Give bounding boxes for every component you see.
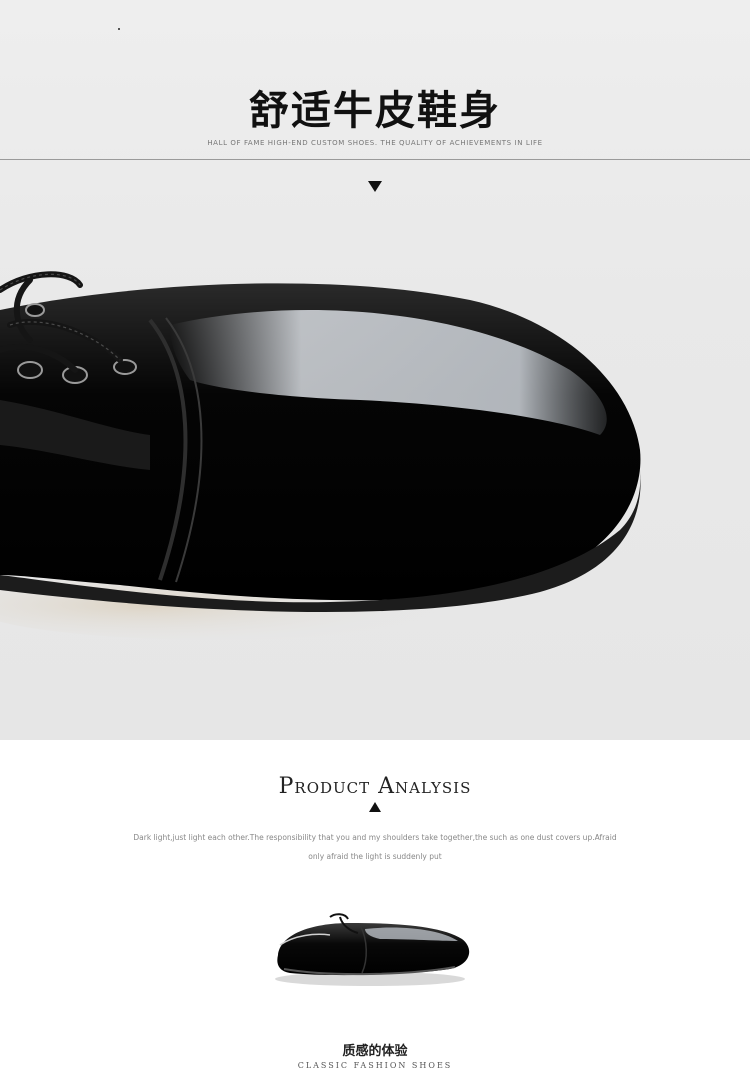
analysis-description: Dark light,just light each other.The res… — [133, 833, 617, 861]
shoe-closeup-image — [0, 271, 641, 640]
divider-line — [0, 159, 750, 160]
hero-panel: 舒适牛皮鞋身 HALL OF FAME HIGH-END CUSTOM SHOE… — [0, 0, 750, 740]
caption-subtitle: CLASSIC FASHION SHOES — [297, 1061, 453, 1070]
up-arrow-icon — [369, 802, 381, 812]
shoe-thumbnail-image — [275, 913, 470, 986]
speck — [118, 28, 120, 30]
caption-title: 质感的体验 — [342, 1044, 408, 1059]
analysis-title: Product Analysis — [278, 774, 472, 799]
hero-title: 舒适牛皮鞋身 — [249, 88, 501, 134]
hero-subtitle: HALL OF FAME HIGH-END CUSTOM SHOES. THE … — [207, 139, 543, 147]
down-arrow-icon — [368, 181, 382, 192]
